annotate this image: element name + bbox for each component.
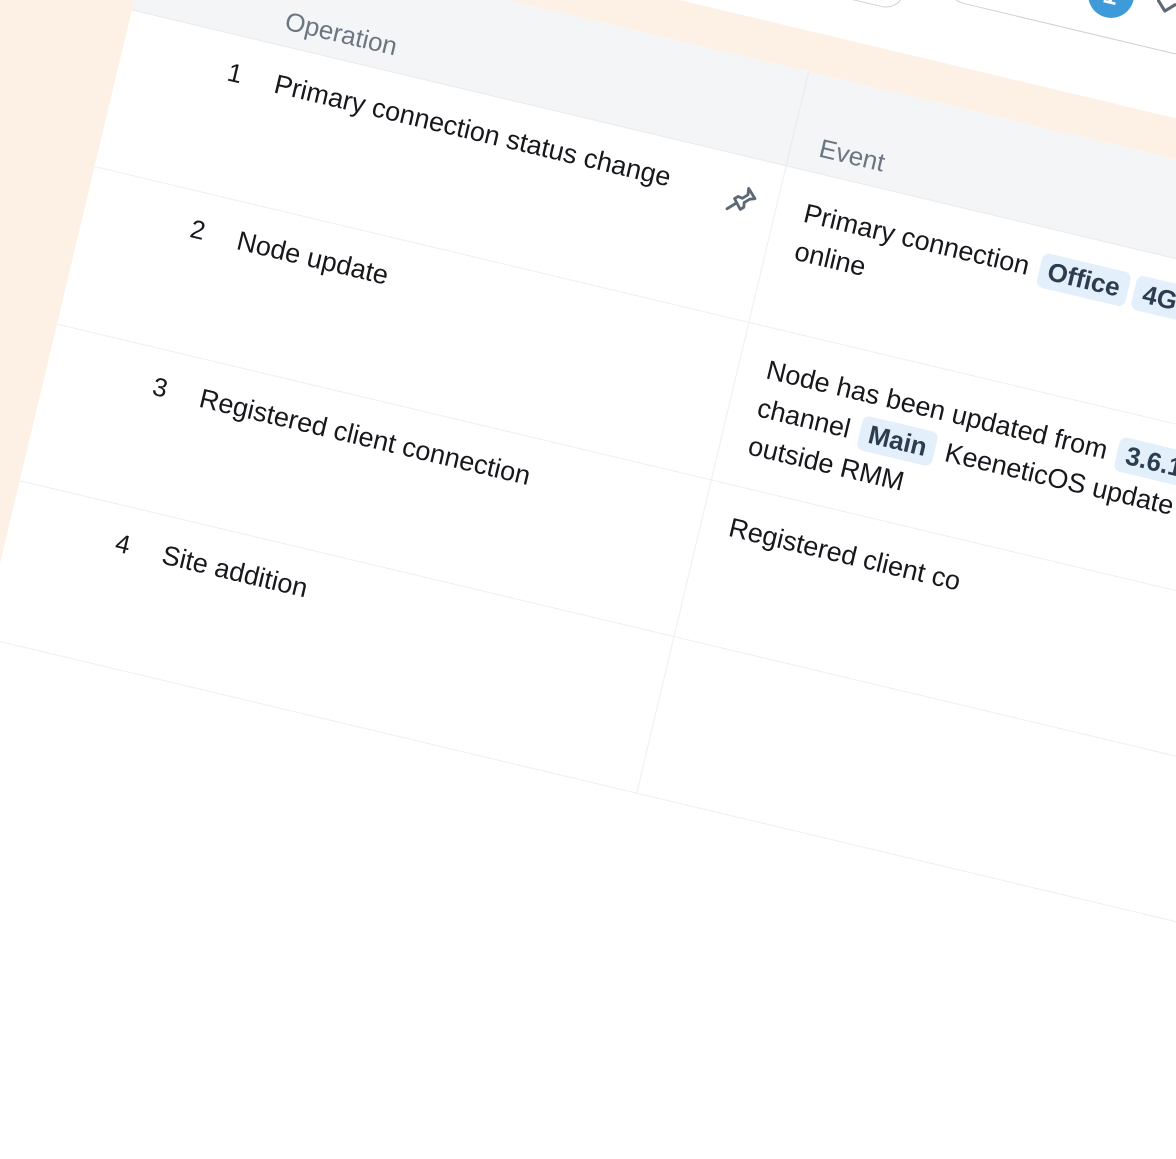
rotated-app-card: # Operation Event 1Primary connection st… (0, 0, 1176, 1159)
event-chip: 4G (1130, 274, 1176, 322)
row-operation-label: Site addition (159, 540, 311, 604)
event-chip: 3.6.1 (1113, 436, 1176, 489)
app-shell: # Operation Event 1Primary connection st… (0, 0, 1176, 1159)
pin-icon[interactable] (721, 179, 762, 220)
row-operation-label: Node update (234, 225, 392, 291)
event-chip: Office (1035, 252, 1133, 308)
events-table: # Operation Event 1Primary connection st… (0, 0, 1176, 1159)
event-chip: Main (855, 415, 940, 468)
